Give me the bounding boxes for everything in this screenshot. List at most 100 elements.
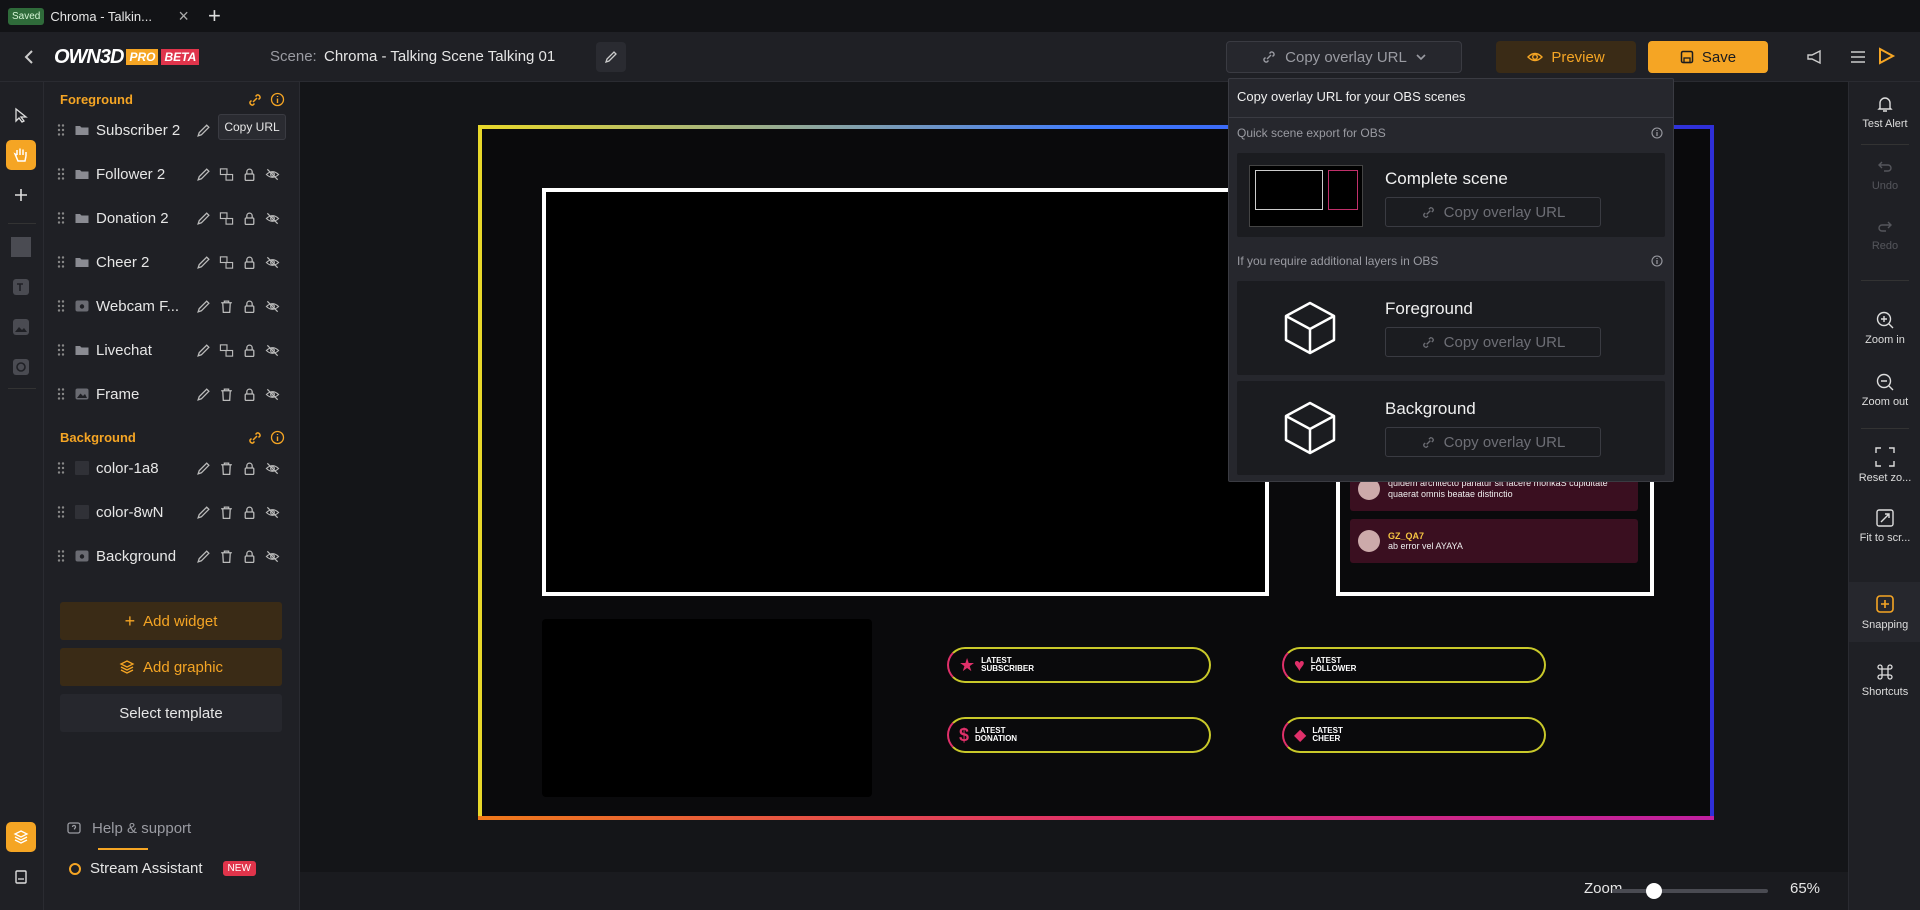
link-icon[interactable]: [247, 430, 263, 446]
layer-row[interactable]: color-1a8: [56, 450, 296, 486]
fit-screen-button[interactable]: Fit to scr...: [1849, 508, 1920, 544]
eye-off-icon[interactable]: [265, 211, 280, 226]
pencil-icon[interactable]: [196, 211, 211, 226]
help-support-link[interactable]: Help & support: [66, 820, 191, 837]
pencil-icon[interactable]: [196, 255, 211, 270]
zoom-slider[interactable]: [1612, 883, 1768, 899]
eye-off-icon[interactable]: [265, 255, 280, 270]
drag-handle-icon[interactable]: [56, 505, 66, 519]
pencil-icon[interactable]: [196, 461, 211, 476]
pencil-icon[interactable]: [196, 549, 211, 564]
eye-off-icon[interactable]: [265, 505, 280, 520]
select-tool-icon[interactable]: [6, 100, 36, 130]
eye-off-icon[interactable]: [265, 167, 280, 182]
select-template-button[interactable]: Select template: [60, 694, 282, 732]
drag-handle-icon[interactable]: [56, 123, 66, 137]
redo-button[interactable]: Redo: [1849, 218, 1920, 252]
drag-handle-icon[interactable]: [56, 343, 66, 357]
reset-zoom-button[interactable]: Reset zo...: [1849, 446, 1920, 484]
copy-background-url-button[interactable]: Copy overlay URL: [1385, 427, 1601, 457]
hand-tool-icon[interactable]: [6, 140, 36, 170]
webcam-frame[interactable]: [542, 188, 1269, 596]
pencil-icon[interactable]: [196, 299, 211, 314]
preview-button[interactable]: Preview: [1496, 41, 1636, 73]
copy-foreground-url-button[interactable]: Copy overlay URL: [1385, 327, 1601, 357]
test-alert-button[interactable]: Test Alert: [1849, 94, 1920, 130]
info-icon[interactable]: [270, 92, 285, 107]
ungroup-icon[interactable]: [219, 255, 234, 270]
drag-handle-icon[interactable]: [56, 299, 66, 313]
small-webcam-box[interactable]: [542, 619, 872, 797]
info-icon[interactable]: [1651, 255, 1663, 267]
lock-icon[interactable]: [242, 505, 257, 520]
stream-assistant-logo-icon[interactable]: [1876, 46, 1896, 66]
lock-icon[interactable]: [242, 343, 257, 358]
drag-handle-icon[interactable]: [56, 255, 66, 269]
drag-handle-icon[interactable]: [56, 387, 66, 401]
announcements-icon[interactable]: [1806, 48, 1826, 66]
layer-row[interactable]: color-8wN: [56, 494, 296, 530]
lock-icon[interactable]: [242, 549, 257, 564]
rectangle-tool-icon[interactable]: [6, 232, 36, 262]
lock-icon[interactable]: [242, 299, 257, 314]
latest-cheer-widget[interactable]: ◆ LATEST CHEER: [1282, 717, 1546, 753]
latest-donation-widget[interactable]: $ LATEST DONATION: [947, 717, 1211, 753]
eye-off-icon[interactable]: [265, 343, 280, 358]
edit-scene-name-button[interactable]: [596, 42, 626, 72]
trash-icon[interactable]: [219, 549, 234, 564]
eye-off-icon[interactable]: [265, 387, 280, 402]
eye-off-icon[interactable]: [265, 461, 280, 476]
image-tool-icon[interactable]: [6, 312, 36, 342]
shortcuts-button[interactable]: Shortcuts: [1849, 662, 1920, 698]
layer-row[interactable]: Donation 2: [56, 200, 296, 236]
eye-off-icon[interactable]: [265, 299, 280, 314]
layers-icon[interactable]: [6, 822, 36, 852]
lock-icon[interactable]: [242, 211, 257, 226]
pencil-icon[interactable]: [196, 505, 211, 520]
layer-row[interactable]: Subscriber 2: [56, 112, 296, 148]
library-icon[interactable]: [6, 862, 36, 892]
drag-handle-icon[interactable]: [56, 167, 66, 181]
add-icon[interactable]: [6, 180, 36, 210]
layer-row[interactable]: Livechat: [56, 332, 296, 368]
link-icon[interactable]: [247, 92, 263, 108]
lock-icon[interactable]: [242, 255, 257, 270]
layer-row[interactable]: Webcam F...: [56, 288, 296, 324]
latest-subscriber-widget[interactable]: ★ LATEST SUBSCRIBER: [947, 647, 1211, 683]
add-graphic-button[interactable]: Add graphic: [60, 648, 282, 686]
layer-row[interactable]: Background: [56, 538, 296, 574]
layer-row[interactable]: Frame: [56, 376, 296, 412]
ungroup-icon[interactable]: [219, 211, 234, 226]
save-button[interactable]: Save: [1648, 41, 1768, 73]
drag-handle-icon[interactable]: [56, 549, 66, 563]
tab-scene[interactable]: Saved Chroma - Talkin... ×: [8, 2, 198, 30]
drag-handle-icon[interactable]: [56, 211, 66, 225]
lock-icon[interactable]: [242, 387, 257, 402]
trash-icon[interactable]: [219, 461, 234, 476]
trash-icon[interactable]: [219, 299, 234, 314]
lock-icon[interactable]: [242, 167, 257, 182]
zoom-slider-handle[interactable]: [1645, 883, 1662, 899]
eye-off-icon[interactable]: [265, 549, 280, 564]
zoom-in-button[interactable]: Zoom in: [1849, 310, 1920, 346]
undo-button[interactable]: Undo: [1849, 158, 1920, 192]
pencil-icon[interactable]: [196, 123, 211, 138]
drag-handle-icon[interactable]: [56, 461, 66, 475]
trash-icon[interactable]: [219, 387, 234, 402]
menu-icon[interactable]: [1848, 48, 1868, 66]
layer-row[interactable]: Cheer 2: [56, 244, 296, 280]
layer-row[interactable]: Follower 2: [56, 156, 296, 192]
pencil-icon[interactable]: [196, 387, 211, 402]
ungroup-icon[interactable]: [219, 167, 234, 182]
pencil-icon[interactable]: [196, 343, 211, 358]
ungroup-icon[interactable]: [219, 343, 234, 358]
tab-close-icon[interactable]: ×: [178, 6, 189, 27]
copy-overlay-url-dropdown[interactable]: Copy overlay URL: [1226, 41, 1462, 73]
latest-follower-widget[interactable]: ♥ LATEST FOLLOWER: [1282, 647, 1546, 683]
text-tool-icon[interactable]: [6, 272, 36, 302]
new-tab-icon[interactable]: +: [208, 3, 221, 29]
zoom-out-button[interactable]: Zoom out: [1849, 372, 1920, 408]
lock-icon[interactable]: [242, 461, 257, 476]
back-icon[interactable]: [20, 47, 40, 67]
stream-assistant-link[interactable]: Stream Assistant NEW: [68, 860, 256, 877]
